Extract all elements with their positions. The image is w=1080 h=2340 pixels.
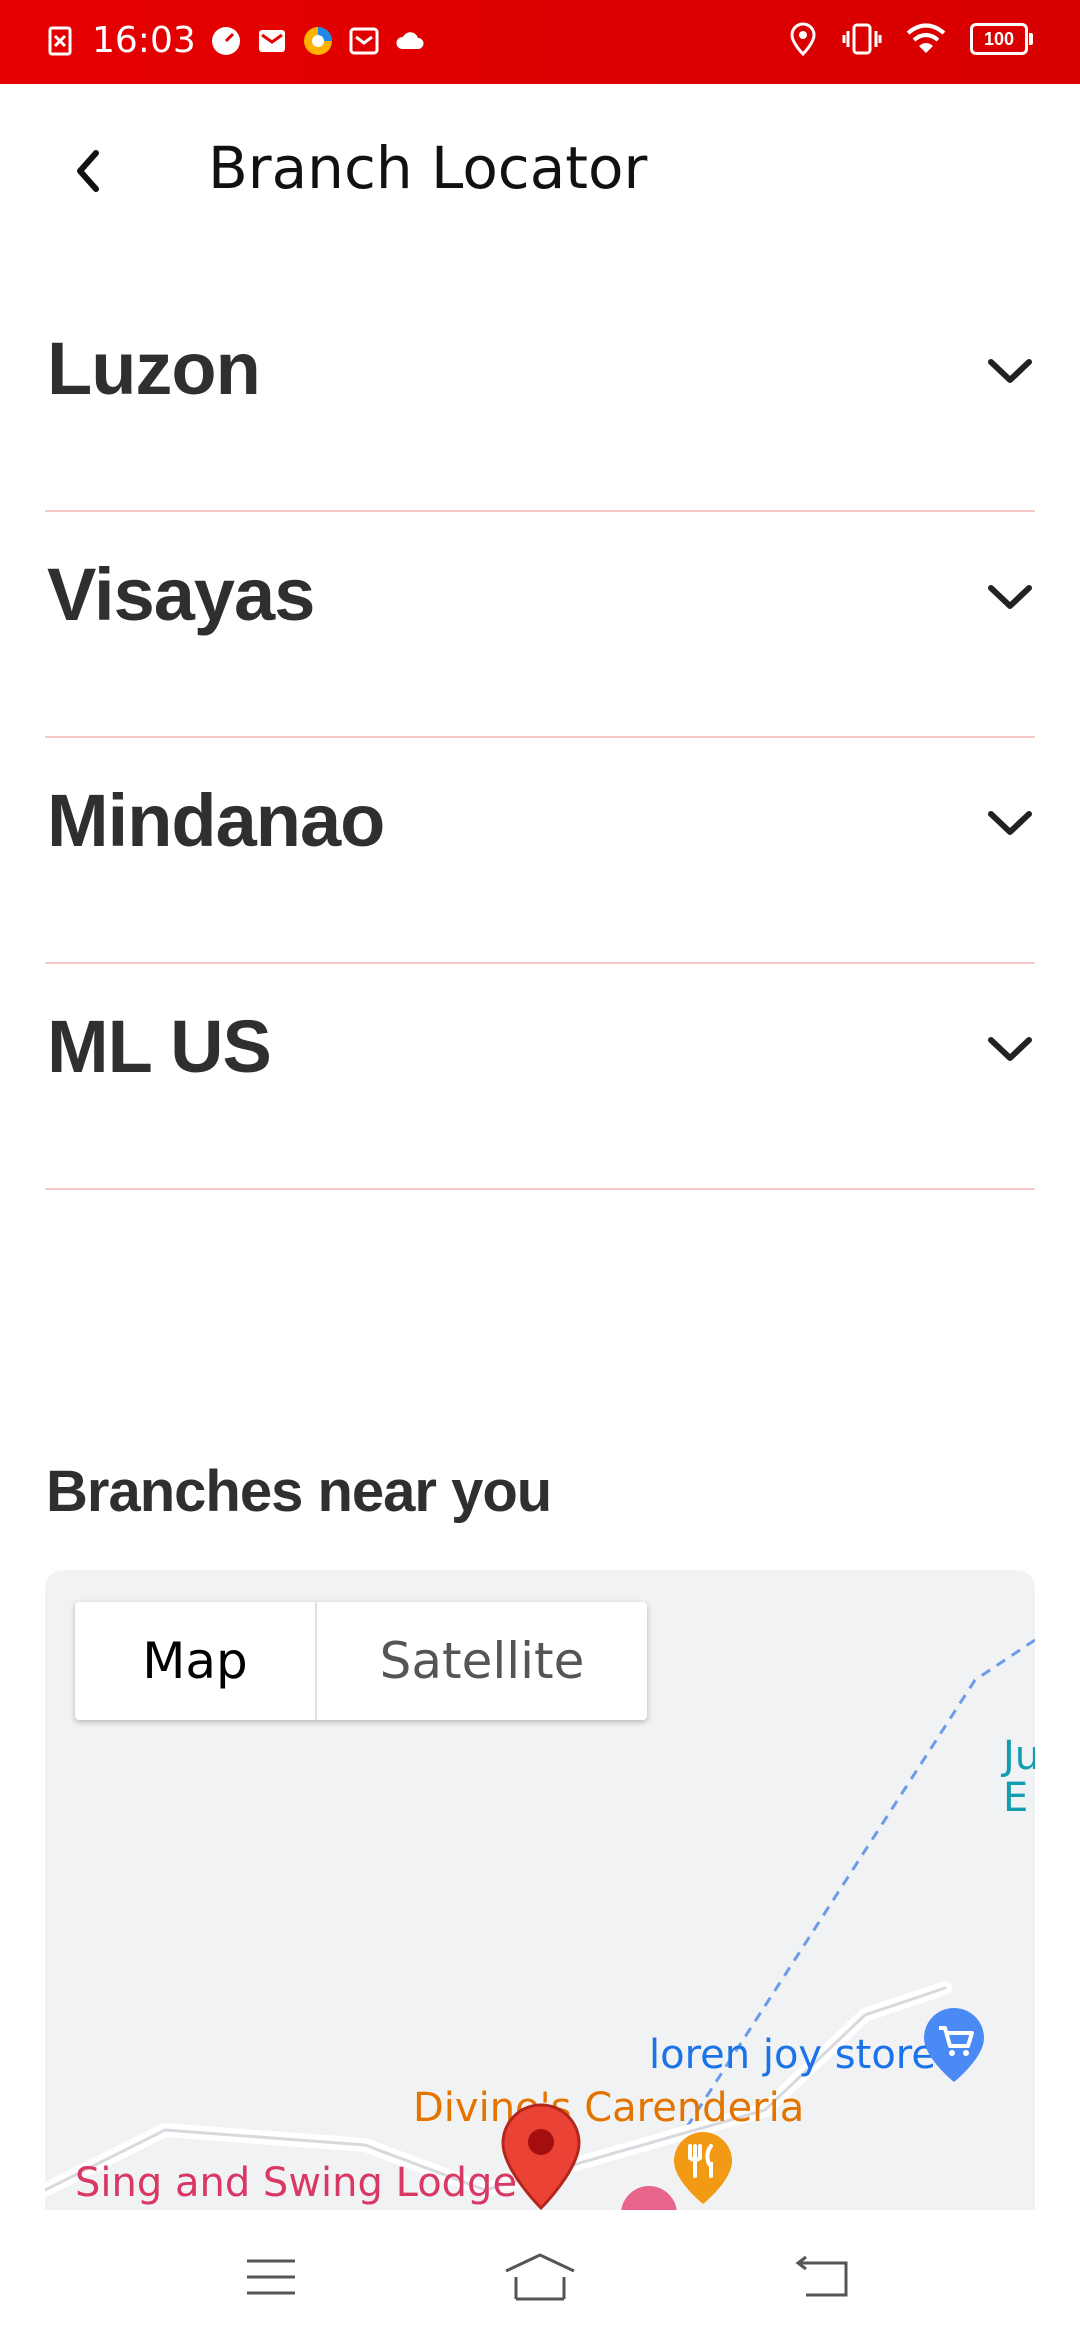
region-label: Mindanao (47, 779, 385, 862)
map-place-sing-and-swing-lodge[interactable]: Sing and Swing Lodge (75, 2160, 517, 2206)
back-nav-icon (795, 2255, 848, 2297)
lodging-pin-icon (621, 2186, 677, 2210)
chevron-down-icon (988, 359, 1032, 383)
status-time: 16:03 (92, 20, 196, 61)
back-button[interactable] (56, 139, 120, 203)
region-label: ML US (47, 1005, 272, 1088)
map-type-map-button[interactable]: Map (75, 1602, 315, 1720)
region-label: Luzon (47, 327, 261, 410)
region-item-ml-us[interactable]: ML US (45, 964, 1035, 1190)
wifi-icon (906, 23, 946, 53)
speedometer-icon (211, 26, 240, 55)
chevron-down-icon (988, 1037, 1032, 1061)
map-place-edge-top: Ju (1003, 1733, 1035, 1779)
map-type-satellite-button[interactable]: Satellite (315, 1602, 647, 1720)
browser-icon (303, 26, 332, 55)
map-place-divines-carenderia[interactable]: Divine's Carenderia (413, 2085, 804, 2131)
region-item-mindanao[interactable]: Mindanao (45, 738, 1035, 964)
cloud-icon (396, 31, 424, 49)
region-item-visayas[interactable]: Visayas (45, 512, 1035, 738)
screenshot-blocked-icon (48, 26, 72, 55)
menu-icon (247, 2259, 295, 2295)
map-type-toggle: Map Satellite (75, 1602, 647, 1720)
chevron-down-icon (988, 811, 1032, 835)
calendar-mail-icon (349, 27, 379, 54)
section-title: Branches near you (46, 1459, 552, 1524)
home-icon (505, 2253, 575, 2301)
status-bar: 16:03 100 (0, 0, 1080, 84)
region-list: Luzon Visayas Mindanao ML US (45, 286, 1035, 1190)
back-nav-button[interactable] (784, 2242, 864, 2312)
app-header: Branch Locator (0, 84, 1080, 254)
location-icon (790, 22, 816, 56)
map-place-edge: Ju E (1003, 1735, 1035, 1819)
back-arrow-icon (77, 150, 99, 192)
chevron-down-icon (988, 585, 1032, 609)
vibrate-icon (842, 23, 882, 55)
home-button[interactable] (500, 2242, 580, 2312)
mail-icon (258, 29, 285, 52)
battery-indicator: 100 (970, 23, 1033, 55)
region-label: Visayas (47, 553, 315, 636)
battery-level: 100 (983, 28, 1015, 49)
page-title: Branch Locator (208, 134, 648, 202)
map-place-loren-joy-store[interactable]: loren joy store (649, 2032, 936, 2078)
map-place-edge-bottom: E (1003, 1775, 1029, 1821)
map-pin-icon[interactable] (499, 2102, 583, 2210)
map-view[interactable]: Map Satellite Ju E loren joy store Divin… (45, 1570, 1035, 2210)
system-nav-bar (0, 2210, 1080, 2340)
region-item-luzon[interactable]: Luzon (45, 286, 1035, 512)
recent-apps-button[interactable] (231, 2242, 311, 2312)
shopping-cart-pin-icon[interactable] (921, 2006, 987, 2084)
